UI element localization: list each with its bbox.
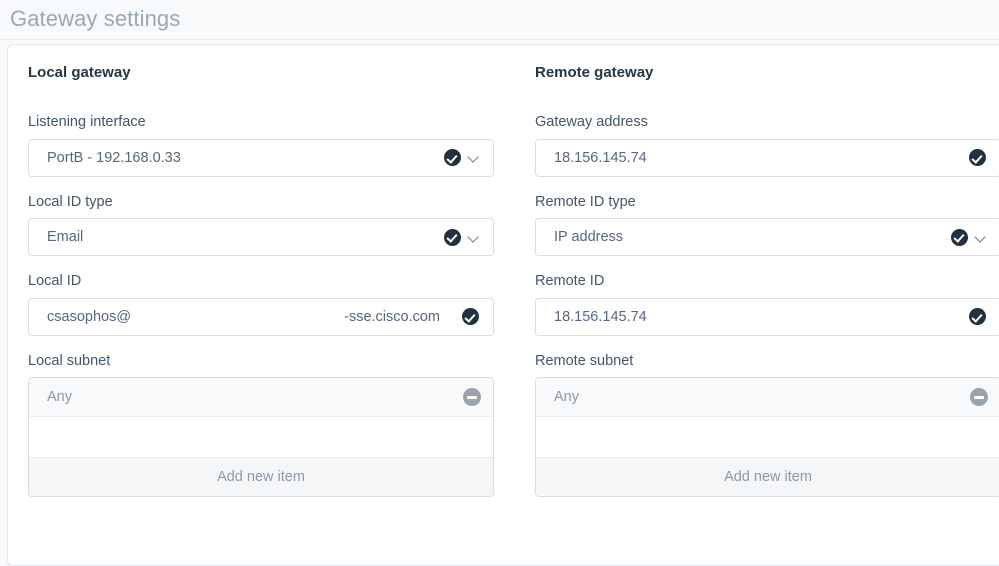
field-local-id: Local ID csasophos@ -sse.cisco.com [28,274,494,336]
chevron-down-icon[interactable] [468,152,479,163]
field-gateway-address: Gateway address 18.156.145.74 [535,115,999,177]
minus-glyph [970,388,988,406]
check-circle-icon [444,149,461,166]
minus-glyph [463,388,481,406]
local-id-type-value: Email [47,229,84,245]
remote-id-type-select[interactable]: IP address [535,218,999,256]
gateway-address-adornments [969,149,986,166]
remote-subnet-label: Remote subnet [535,352,634,369]
chevron-down-icon[interactable] [975,232,986,243]
remote-id-type-adornments [951,228,986,246]
chevron-down-icon[interactable] [468,232,479,243]
local-id-value-suffix: -sse.cisco.com [344,308,440,325]
local-subnet-item-value: Any [47,389,72,405]
gateway-address-label: Gateway address [535,114,648,130]
local-id-type-select[interactable]: Email [28,218,494,256]
local-subnet-empty-row[interactable] [29,417,493,458]
remote-subnet-empty-row[interactable] [536,417,999,458]
card-columns: Local gateway Listening interface PortB … [8,45,999,515]
remote-id-value: 18.156.145.74 [554,308,647,325]
gateway-address-input[interactable]: 18.156.145.74 [535,138,999,177]
field-remote-id: Remote ID 18.156.145.74 [535,274,999,336]
check-circle-icon [444,228,461,246]
remote-subnet-item-value: Any [554,389,579,405]
remote-id-type-label: Remote ID type [535,193,636,210]
remote-gateway-heading: Remote gateway [535,64,654,81]
field-remote-id-type: Remote ID type IP address [535,193,999,256]
field-local-subnet: Local subnet Any Add new item [28,352,494,497]
page-title: Gateway settings [10,5,181,31]
gateway-address-value: 18.156.145.74 [554,149,647,166]
local-id-value-prefix: csasophos@ [47,308,132,325]
list-item[interactable]: Any [536,378,999,417]
check-circle-icon [462,308,479,325]
remote-id-adornments [969,308,986,325]
local-id-value: csasophos@ -sse.cisco.com [47,309,462,325]
listening-interface-adornments [444,149,479,166]
local-subnet-listbox: Any Add new item [28,377,494,497]
remote-id-input[interactable]: 18.156.145.74 [535,297,999,336]
local-subnet-label: Local subnet [28,352,111,369]
field-listening-interface: Listening interface PortB - 192.168.0.33 [28,115,494,177]
check-circle-icon [951,228,968,246]
field-local-id-type: Local ID type Email [28,193,494,256]
local-subnet-add-new-item[interactable]: Add new item [29,458,493,496]
remote-subnet-add-new-item[interactable]: Add new item [536,458,999,496]
gateway-settings-card: Local gateway Listening interface PortB … [7,44,999,566]
remote-id-type-value: IP address [554,229,624,245]
check-circle-icon [969,308,986,325]
local-gateway-column: Local gateway Listening interface PortB … [28,65,494,515]
listening-interface-select[interactable]: PortB - 192.168.0.33 [28,138,494,177]
local-id-input[interactable]: csasophos@ -sse.cisco.com [28,297,494,336]
local-id-type-adornments [444,228,479,246]
check-circle-icon [969,149,986,166]
column-gap [494,65,535,515]
remote-subnet-listbox: Any Add new item [535,377,999,497]
listening-interface-value: PortB - 192.168.0.33 [47,149,181,166]
remote-id-label: Remote ID [535,273,605,289]
field-remote-subnet: Remote subnet Any Add new item [535,352,999,497]
local-id-type-label: Local ID type [28,193,113,210]
page-header: Gateway settings [0,0,999,40]
minus-circle-icon[interactable] [463,388,481,406]
minus-circle-icon[interactable] [970,388,988,406]
remote-gateway-column: Remote gateway Gateway address 18.156.14… [535,65,999,515]
list-item[interactable]: Any [29,378,493,417]
local-id-adornments [462,308,479,325]
listening-interface-label: Listening interface [28,114,146,130]
local-id-label: Local ID [28,273,82,289]
local-gateway-heading: Local gateway [28,64,131,81]
